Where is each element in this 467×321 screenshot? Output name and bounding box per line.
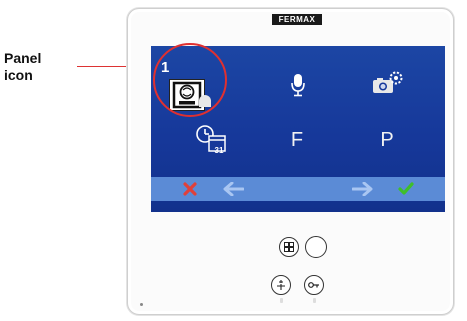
camera-settings-icon[interactable]: [370, 68, 406, 98]
talk-icon: [277, 280, 285, 290]
key-icon: [308, 282, 319, 288]
callout-line-2: icon: [4, 67, 33, 83]
letter-p[interactable]: P: [372, 125, 402, 155]
step-number: 1: [161, 59, 170, 76]
microphone-hole: [140, 303, 143, 306]
power-button[interactable]: [305, 236, 327, 258]
brand-logo: FERMAX: [272, 14, 322, 25]
menu-grid-button[interactable]: [279, 237, 299, 257]
callout-label: Panel icon: [4, 50, 74, 84]
letter-f[interactable]: F: [282, 125, 312, 155]
grid-icon: [284, 242, 294, 252]
callout-line-1: Panel: [4, 50, 42, 66]
talk-button[interactable]: [271, 275, 291, 295]
cancel-x-icon[interactable]: [178, 176, 202, 202]
door-open-button[interactable]: [304, 275, 324, 295]
status-led-right: [313, 298, 316, 303]
arrow-left-icon[interactable]: [221, 176, 245, 202]
check-icon[interactable]: [394, 176, 418, 202]
microphone-icon[interactable]: [283, 70, 313, 100]
highlight-circle: [153, 43, 227, 117]
arrow-right-icon[interactable]: [351, 176, 375, 202]
status-led-left: [280, 298, 283, 303]
calendar-day: 31: [214, 146, 224, 155]
